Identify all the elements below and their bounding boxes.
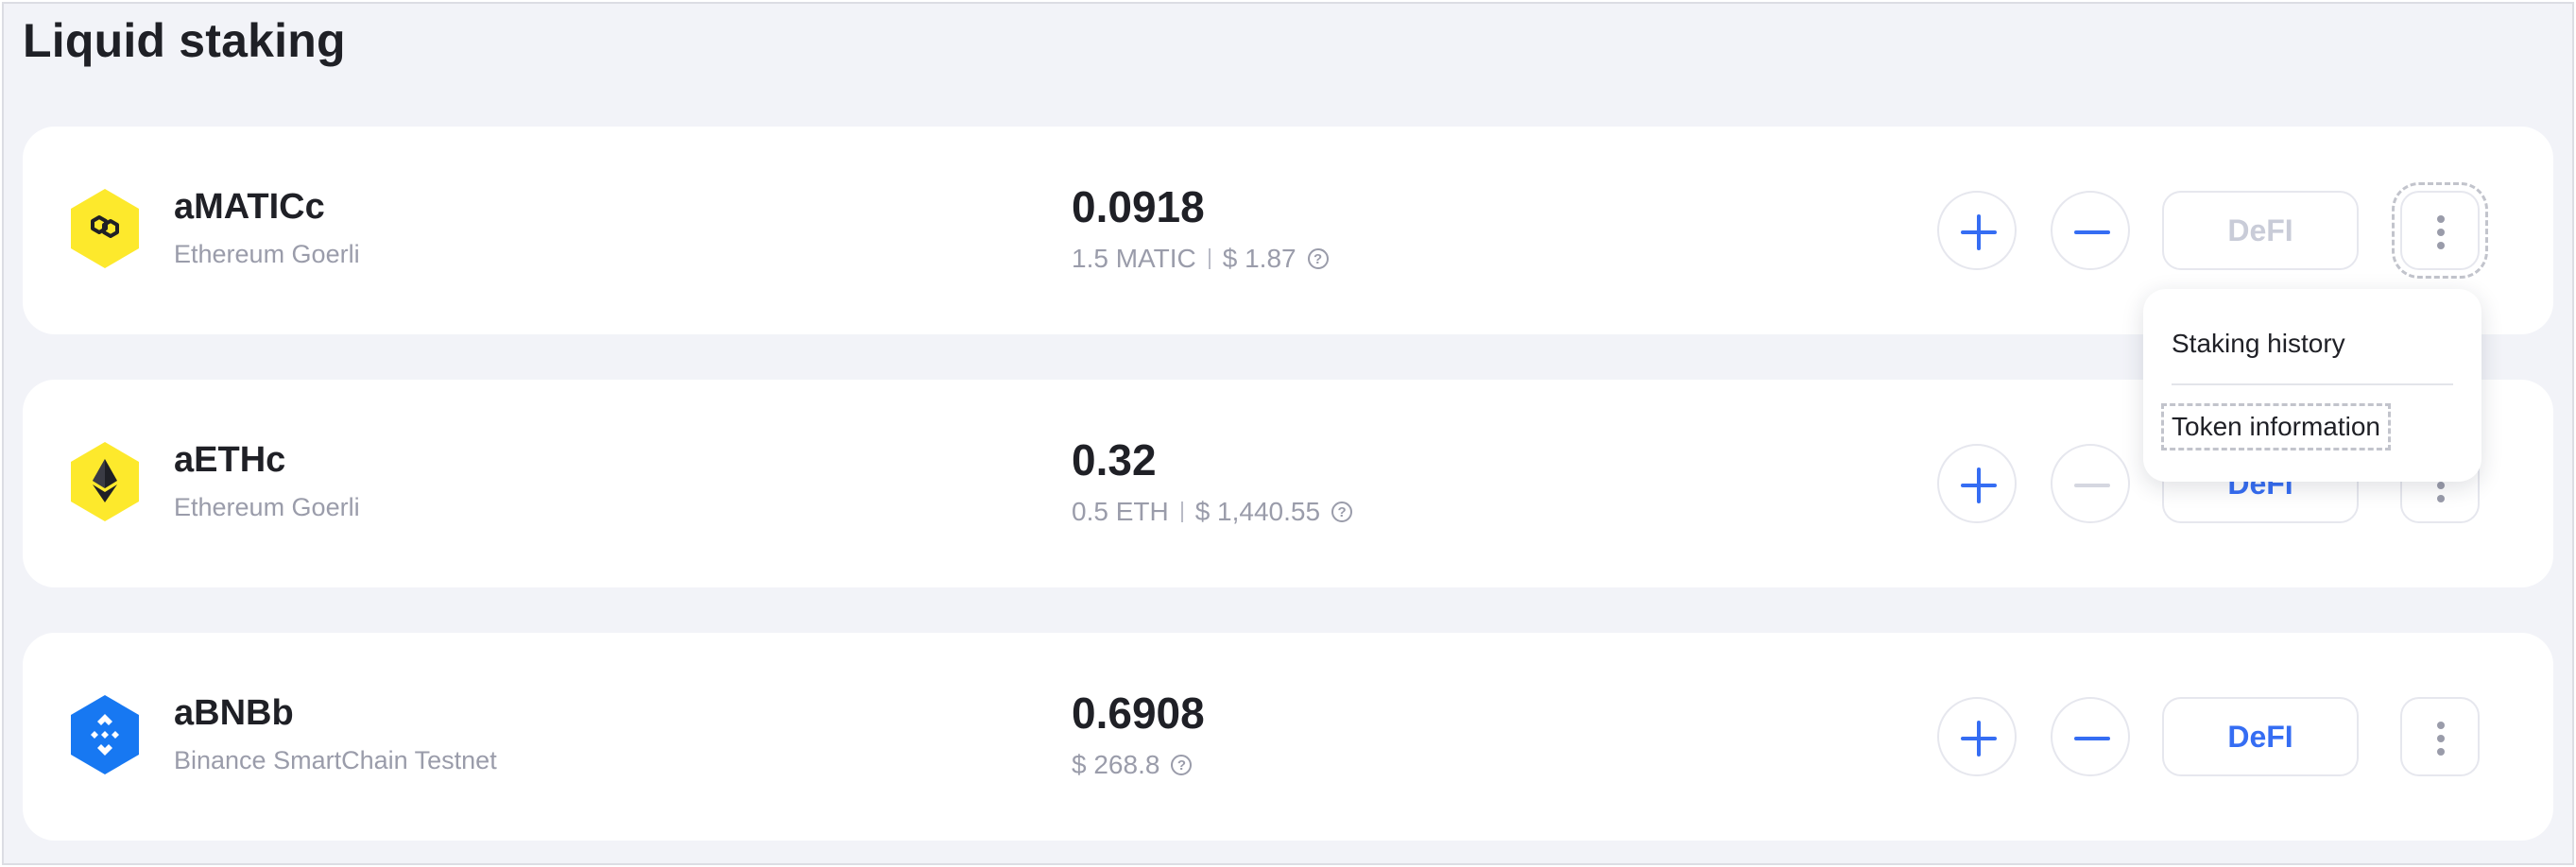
plus-icon-vertical — [1977, 468, 1981, 503]
defi-button[interactable]: DeFI — [2162, 191, 2359, 270]
token-subline: 1.5 MATIC $ 1.87 ? — [1072, 244, 1329, 274]
stake-button[interactable] — [1937, 191, 2017, 270]
native-amount: 1.5 MATIC — [1072, 244, 1196, 273]
help-icon[interactable]: ? — [1331, 502, 1353, 522]
token-name: aETHc — [174, 440, 286, 480]
plus-icon-vertical — [1977, 214, 1981, 250]
unstake-button[interactable] — [2051, 697, 2130, 776]
ethereum-icon — [71, 442, 139, 521]
polygon-icon — [71, 189, 139, 268]
more-dot — [2437, 229, 2445, 236]
defi-button[interactable]: DeFI — [2162, 697, 2359, 776]
separator — [1180, 502, 1183, 522]
usd-amount: $ 1,440.55 — [1194, 497, 1321, 526]
liquid-staking-panel: Liquid staking aMATICc Ethereum Goerli 0… — [2, 2, 2574, 865]
more-dot — [2437, 735, 2445, 742]
usd-amount: $ 1.87 — [1222, 244, 1297, 273]
binance-icon — [71, 695, 139, 774]
native-amount: 0.5 ETH — [1072, 497, 1169, 526]
more-dot — [2437, 242, 2445, 249]
minus-icon — [2074, 737, 2110, 740]
stake-button[interactable] — [1937, 444, 2017, 523]
menu-item-staking-history[interactable]: Staking history — [2172, 329, 2345, 359]
token-network: Ethereum Goerli — [174, 493, 360, 521]
stake-button[interactable] — [1937, 697, 2017, 776]
token-amount: 0.0918 — [1072, 182, 1205, 231]
more-options-button[interactable] — [2392, 182, 2488, 279]
more-dot — [2437, 482, 2445, 489]
token-subline: 0.5 ETH $ 1,440.55 ? — [1072, 497, 1353, 527]
minus-icon — [2074, 230, 2110, 234]
separator — [1208, 248, 1211, 269]
token-name: aMATICc — [174, 187, 325, 227]
page-title: Liquid staking — [23, 14, 346, 67]
token-amount: 0.32 — [1072, 435, 1157, 484]
usd-amount: $ 268.8 — [1072, 750, 1160, 779]
more-options-button[interactable] — [2400, 697, 2480, 776]
more-dot — [2437, 215, 2445, 223]
more-dot — [2437, 748, 2445, 756]
token-name: aBNBb — [174, 693, 294, 733]
more-dot — [2437, 722, 2445, 729]
menu-item-token-information[interactable]: Token information — [2160, 403, 2392, 450]
token-card-abnbb: aBNBb Binance SmartChain Testnet 0.6908 … — [23, 633, 2553, 841]
more-options-menu: Staking history Token information — [2143, 289, 2482, 482]
help-icon[interactable]: ? — [1171, 755, 1193, 775]
unstake-button[interactable] — [2051, 191, 2130, 270]
token-subline: $ 268.8 ? — [1072, 750, 1193, 780]
help-icon[interactable]: ? — [1307, 248, 1329, 269]
minus-icon — [2074, 484, 2110, 487]
menu-divider — [2172, 383, 2453, 385]
token-network: Binance SmartChain Testnet — [174, 746, 497, 774]
plus-icon-vertical — [1977, 721, 1981, 756]
unstake-button[interactable] — [2051, 444, 2130, 523]
more-dot — [2437, 495, 2445, 502]
token-network: Ethereum Goerli — [174, 240, 360, 268]
token-amount: 0.6908 — [1072, 688, 1205, 738]
